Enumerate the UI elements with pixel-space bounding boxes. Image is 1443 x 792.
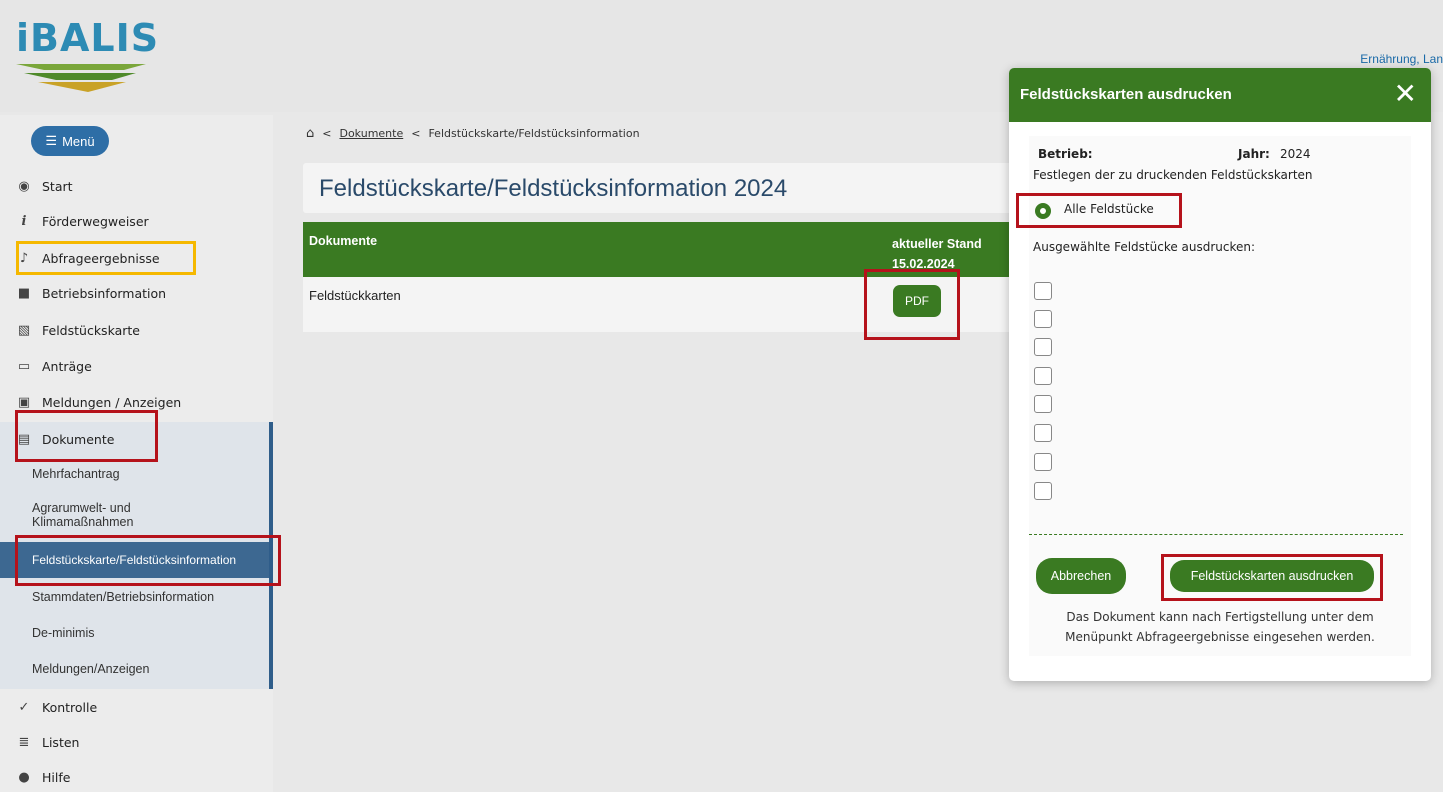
menu-icon: ☰ <box>45 133 58 148</box>
festlegen-text: Festlegen der zu druckenden Feldstückska… <box>1033 168 1313 182</box>
feldstueck-checkbox[interactable] <box>1034 453 1052 471</box>
page-title: Feldstückskarte/Feldstücksinformation 20… <box>319 175 788 202</box>
submenu-agrarumwelt[interactable]: Agrarumwelt- und Klimamaßnahmen <box>0 495 160 535</box>
betrieb-label: Betrieb: <box>1038 147 1093 161</box>
feldstueck-checkbox[interactable] <box>1034 424 1052 442</box>
submenu-label: De-minimis <box>32 626 95 640</box>
sidebar-item-label: Listen <box>42 734 80 750</box>
breadcrumb-link-dokumente[interactable]: Dokumente <box>339 127 403 140</box>
submenu-mehrfachantrag[interactable]: Mehrfachantrag <box>0 458 269 490</box>
column-header-stand: aktueller Stand 15.02.2024 <box>892 234 982 274</box>
highlight-feldstueckskarte-submenu <box>15 535 281 586</box>
highlight-alle-feldstuecke <box>1016 193 1182 228</box>
column-header-dokumente: Dokumente <box>309 234 378 248</box>
highlight-dokumente <box>15 410 158 462</box>
dialog-header: Feldstückskarten ausdrucken ✕ <box>1009 68 1431 122</box>
sidebar-item-label: Meldungen / Anzeigen <box>42 394 182 410</box>
breadcrumb-separator: < <box>322 127 332 140</box>
sidebar-item-kontrolle[interactable]: ✓ Kontrolle <box>0 690 273 724</box>
sidebar-item-label: Betriebsinformation <box>42 285 167 301</box>
sidebar-item-feldstueckskarte[interactable]: ▧ Feldstückskarte <box>0 313 273 347</box>
sidebar-item-antraege[interactable]: ▭ Anträge <box>0 349 273 383</box>
highlight-pdf-button <box>864 269 960 340</box>
stand-label: aktueller Stand <box>892 237 982 251</box>
feldstueck-checkbox[interactable] <box>1034 282 1052 300</box>
sidebar-item-label: Hilfe <box>42 769 71 785</box>
sidebar-item-betriebsinformation[interactable]: ■ Betriebsinformation <box>0 276 273 310</box>
sidebar-item-hilfe[interactable]: ● Hilfe <box>0 760 273 792</box>
feldstueck-checkbox[interactable] <box>1034 338 1052 356</box>
breadcrumb-separator: < <box>411 127 421 140</box>
sidebar-item-label: Förderwegweiser <box>42 213 149 229</box>
home-icon[interactable]: ⌂ <box>306 126 314 141</box>
dialog-note: Das Dokument kann nach Fertigstellung un… <box>1029 607 1411 647</box>
table-row-label: Feldstückkarten <box>309 288 401 303</box>
page-title-bar: Feldstückskarte/Feldstücksinformation 20… <box>303 163 1023 213</box>
check-icon: ✓ <box>18 699 30 715</box>
sidebar-item-start[interactable]: ◉ Start <box>0 169 273 203</box>
sidebar-item-foerderwegweiser[interactable]: i Förderwegweiser <box>0 204 273 238</box>
building-icon: ■ <box>17 285 31 301</box>
highlight-abfrageergebnisse <box>16 241 196 275</box>
jahr-value: 2024 <box>1280 147 1311 161</box>
feldstueck-checkbox[interactable] <box>1034 367 1052 385</box>
submenu-label: Mehrfachantrag <box>32 467 120 481</box>
menu-label: Menü <box>62 133 95 149</box>
feldstueck-checkbox[interactable] <box>1034 395 1052 413</box>
breadcrumb: ⌂ < Dokumente < Feldstückskarte/Feldstüc… <box>306 126 640 141</box>
sidebar-item-listen[interactable]: ≣ Listen <box>0 725 273 759</box>
cancel-button[interactable]: Abbrechen <box>1036 558 1126 594</box>
submenu-label: Meldungen/Anzeigen <box>32 662 150 676</box>
note-line: Das Dokument kann nach Fertigstellung un… <box>1066 610 1374 624</box>
sidebar-item-label: Anträge <box>42 358 92 374</box>
feldstueck-checkbox[interactable] <box>1034 482 1052 500</box>
header-user-link[interactable]: Ernährung, Lan <box>1360 52 1443 66</box>
sidebar-item-label: Kontrolle <box>42 699 98 715</box>
submenu-label: Agrarumwelt- und Klimamaßnahmen <box>32 501 134 529</box>
clipboard-icon: ▭ <box>17 358 31 374</box>
help-icon: ● <box>18 769 30 785</box>
submenu-de-minimis[interactable]: De-minimis <box>0 617 269 649</box>
sidebar-item-label: Feldstückskarte <box>42 322 140 338</box>
dashboard-icon: ◉ <box>18 178 30 194</box>
logo-swoosh-icon <box>16 64 146 92</box>
submenu-meldungen-anzeigen[interactable]: Meldungen/Anzeigen <box>0 653 269 685</box>
ibalis-logo[interactable]: iBALIS <box>16 16 158 96</box>
map-icon: ▧ <box>17 322 31 338</box>
feldstueck-checkbox[interactable] <box>1034 310 1052 328</box>
logo-text: iBALIS <box>16 16 160 60</box>
dialog-divider <box>1029 534 1403 535</box>
list-icon: ≣ <box>18 734 30 750</box>
info-icon: i <box>21 213 27 229</box>
close-icon[interactable]: ✕ <box>1394 79 1417 109</box>
monitor-icon: ▣ <box>17 394 31 410</box>
note-line: Menüpunkt Abfrageergebnisse eingesehen w… <box>1065 630 1375 644</box>
selected-label: Ausgewählte Feldstücke ausdrucken: <box>1033 240 1256 254</box>
sidebar-item-label: Start <box>42 178 73 194</box>
submenu-label: Stammdaten/Betriebsinformation <box>32 590 215 604</box>
menu-button[interactable]: ☰ Menü <box>31 126 109 156</box>
breadcrumb-current: Feldstückskarte/Feldstücksinformation <box>428 127 640 140</box>
dialog-title: Feldstückskarten ausdrucken <box>1020 86 1232 103</box>
jahr-label: Jahr: <box>1238 147 1270 161</box>
highlight-print-button <box>1161 554 1383 601</box>
